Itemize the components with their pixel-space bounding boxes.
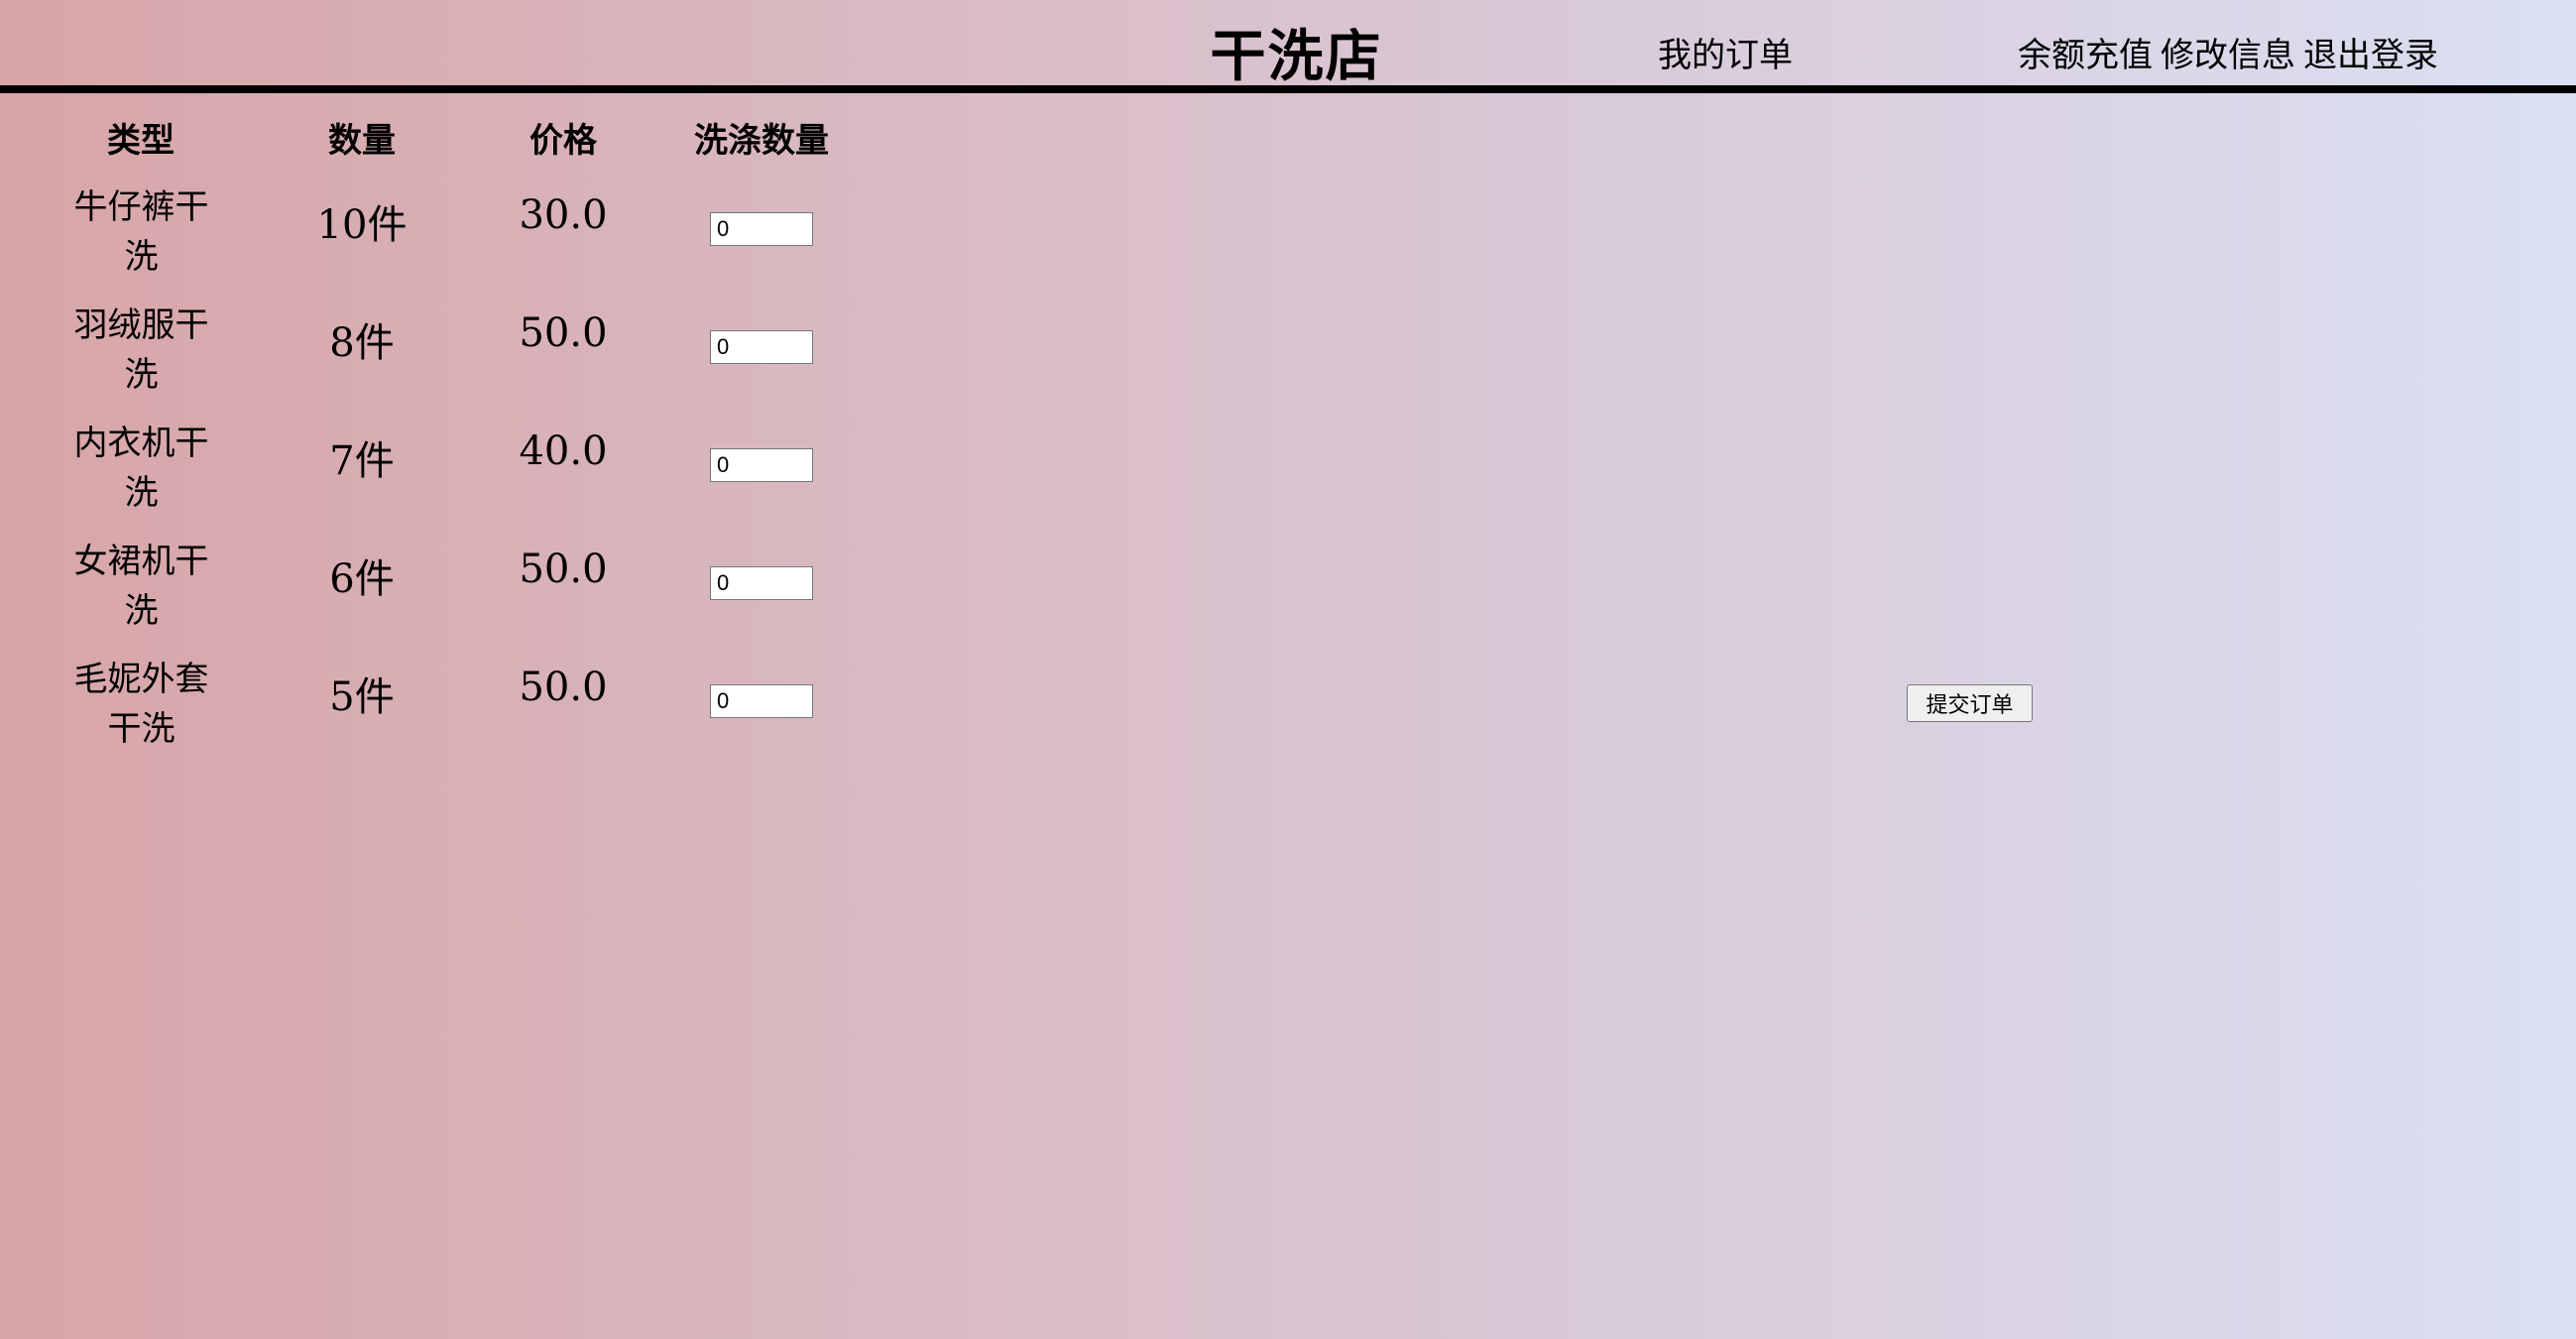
column-header-wash-count: 洗涤数量 [694, 121, 829, 161]
table-row: 女裙机干洗 6件 50.0 [40, 529, 932, 647]
wash-count-input[interactable] [710, 684, 813, 718]
item-price: 50.0 [519, 665, 608, 710]
item-type-line1: 女裙机干 [73, 542, 209, 581]
table-row: 牛仔裤干洗 10件 30.0 [40, 175, 932, 293]
item-type-line1: 牛仔裤干 [73, 187, 209, 227]
submit-order-button[interactable]: 提交订单 [1907, 684, 2033, 722]
wash-count-input[interactable] [710, 448, 813, 482]
item-price: 50.0 [519, 547, 608, 592]
table-row: 羽绒服干洗 8件 50.0 [40, 293, 932, 411]
item-type: 毛妮外套 干洗 [59, 655, 223, 754]
item-type-line2: 洗 [124, 355, 159, 395]
top-header: 干洗店 我的订单 余额充值 修改信息 退出登录 [0, 0, 2576, 93]
site-title: 干洗店 [1210, 24, 1383, 89]
item-quantity: 6件 [329, 556, 395, 602]
nav-edit-info-link[interactable]: 修改信息 [2161, 36, 2295, 75]
wash-count-input[interactable] [710, 330, 813, 364]
item-type-line2: 洗 [124, 591, 159, 631]
item-type: 女裙机干洗 [59, 537, 223, 636]
item-quantity: 10件 [316, 202, 408, 248]
table-row: 内衣机干洗 7件 40.0 [40, 411, 932, 529]
item-price: 50.0 [519, 310, 608, 356]
item-type-line2: 洗 [124, 237, 159, 277]
nav-logout-link[interactable]: 退出登录 [2303, 36, 2438, 75]
wash-count-input[interactable] [710, 566, 813, 600]
wash-count-input[interactable] [710, 212, 813, 246]
nav-account-links: 余额充值 修改信息 退出登录 [2018, 28, 2446, 76]
column-header-price: 价格 [529, 121, 597, 161]
item-type-line2: 洗 [124, 473, 159, 513]
item-type-line2: 干洗 [107, 709, 176, 749]
item-quantity: 8件 [329, 320, 395, 366]
item-quantity: 5件 [329, 674, 395, 720]
item-type-line1: 内衣机干 [73, 424, 209, 463]
column-header-type: 类型 [107, 121, 175, 161]
item-type: 内衣机干洗 [59, 419, 223, 518]
column-header-quantity: 数量 [328, 121, 396, 161]
item-type: 牛仔裤干洗 [59, 183, 223, 282]
item-price: 30.0 [519, 192, 608, 238]
item-type-line1: 毛妮外套 [73, 660, 209, 699]
nav-my-orders-link[interactable]: 我的订单 [1658, 28, 1793, 76]
item-price: 40.0 [519, 428, 608, 474]
item-quantity: 7件 [329, 438, 395, 484]
item-type-line1: 羽绒服干 [73, 305, 209, 345]
nav-recharge-link[interactable]: 余额充值 [2018, 36, 2153, 75]
item-type: 羽绒服干洗 [59, 301, 223, 400]
table-row: 毛妮外套干洗 5件 50.0 [40, 647, 932, 765]
